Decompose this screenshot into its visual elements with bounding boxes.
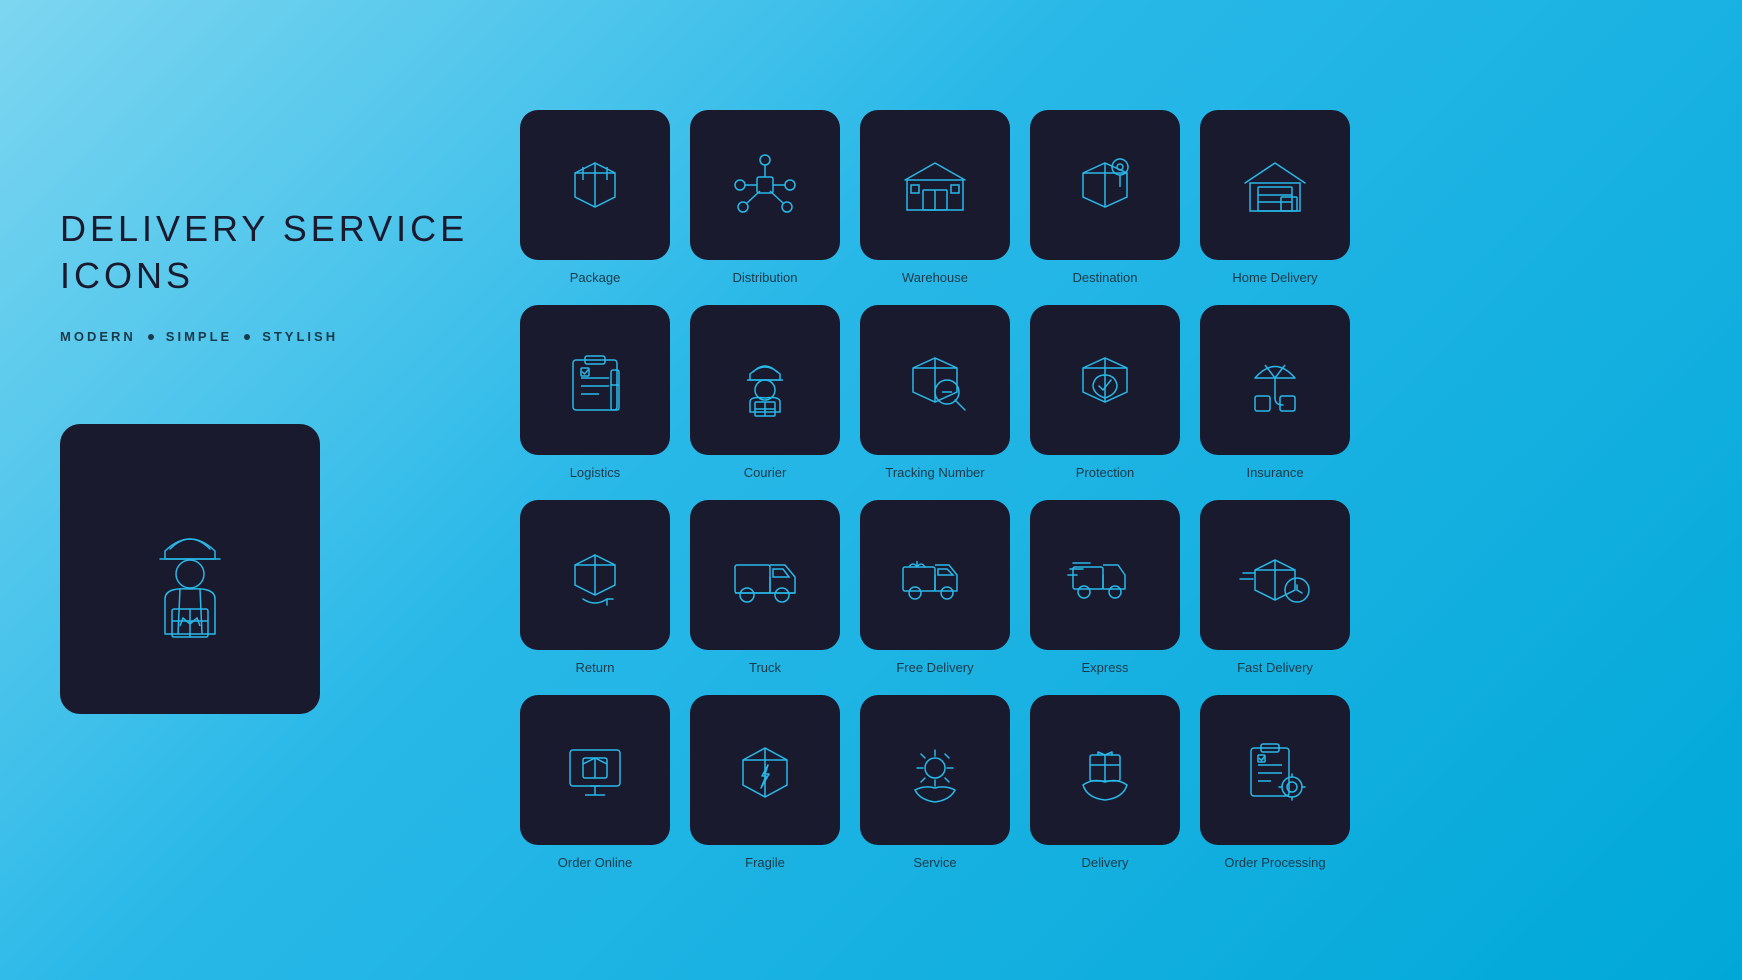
icons-row-3: Return (520, 500, 1682, 675)
icon-box-distribution (690, 110, 840, 260)
icon-label-order-processing: Order Processing (1224, 855, 1325, 870)
icon-card-tracking-number: Tracking Number (860, 305, 1010, 480)
icon-label-free-delivery: Free Delivery (896, 660, 973, 675)
icon-box-service (860, 695, 1010, 845)
icon-label-order-online: Order Online (558, 855, 632, 870)
icon-card-order-processing: Order Processing (1200, 695, 1350, 870)
icons-row-1: Package (520, 110, 1682, 285)
icon-card-package: Package (520, 110, 670, 285)
icon-card-protection: Protection (1030, 305, 1180, 480)
icon-box-courier (690, 305, 840, 455)
subtitle-stylish: STYLISH (262, 329, 338, 344)
icon-label-delivery: Delivery (1082, 855, 1129, 870)
icon-box-fragile (690, 695, 840, 845)
icon-card-return: Return (520, 500, 670, 675)
icon-box-tracking-number (860, 305, 1010, 455)
title-block: DELIVERY SERVICE ICONS MODERN SIMPLE STY… (60, 206, 480, 345)
icon-box-destination (1030, 110, 1180, 260)
icon-label-distribution: Distribution (732, 270, 797, 285)
icon-box-warehouse (860, 110, 1010, 260)
icon-label-warehouse: Warehouse (902, 270, 968, 285)
icon-label-protection: Protection (1076, 465, 1135, 480)
icon-label-truck: Truck (749, 660, 781, 675)
dot-2 (244, 334, 250, 340)
icon-card-fragile: Fragile (690, 695, 840, 870)
icon-label-fast-delivery: Fast Delivery (1237, 660, 1313, 675)
icon-card-courier: Courier (690, 305, 840, 480)
icon-card-destination: Destination (1030, 110, 1180, 285)
icon-card-fast-delivery: Fast Delivery (1200, 500, 1350, 675)
icon-card-delivery: Delivery (1030, 695, 1180, 870)
icon-card-insurance: Insurance (1200, 305, 1350, 480)
icon-label-tracking-number: Tracking Number (885, 465, 984, 480)
icon-card-distribution: Distribution (690, 110, 840, 285)
icon-label-package: Package (570, 270, 621, 285)
icon-label-service: Service (913, 855, 956, 870)
subtitle-modern: MODERN (60, 329, 136, 344)
icon-box-protection (1030, 305, 1180, 455)
icon-card-service: Service (860, 695, 1010, 870)
icon-card-free-delivery: Free Delivery (860, 500, 1010, 675)
icon-label-express: Express (1082, 660, 1129, 675)
icon-box-home-delivery (1200, 110, 1350, 260)
icon-box-fast-delivery (1200, 500, 1350, 650)
icon-label-home-delivery: Home Delivery (1232, 270, 1317, 285)
icons-row-2: Logistics (520, 305, 1682, 480)
icon-card-truck: Truck (690, 500, 840, 675)
icon-card-warehouse: Warehouse (860, 110, 1010, 285)
icon-box-delivery (1030, 695, 1180, 845)
icon-label-return: Return (575, 660, 614, 675)
icon-box-order-processing (1200, 695, 1350, 845)
icon-label-logistics: Logistics (570, 465, 621, 480)
dot-1 (148, 334, 154, 340)
icon-card-express: Express (1030, 500, 1180, 675)
page-title: DELIVERY SERVICE ICONS (60, 206, 480, 300)
icon-card-logistics: Logistics (520, 305, 670, 480)
subtitle-row: MODERN SIMPLE STYLISH (60, 329, 480, 344)
icons-grid: Package (520, 110, 1682, 870)
icon-box-express (1030, 500, 1180, 650)
icon-box-logistics (520, 305, 670, 455)
icon-box-order-online (520, 695, 670, 845)
icon-label-fragile: Fragile (745, 855, 785, 870)
icon-label-insurance: Insurance (1246, 465, 1303, 480)
featured-courier-icon (60, 424, 320, 714)
icon-box-return (520, 500, 670, 650)
icon-card-order-online: Order Online (520, 695, 670, 870)
icons-row-4: Order Online Fragile (520, 695, 1682, 870)
icon-box-free-delivery (860, 500, 1010, 650)
icon-card-home-delivery: Home Delivery (1200, 110, 1350, 285)
icon-label-courier: Courier (744, 465, 787, 480)
icon-box-insurance (1200, 305, 1350, 455)
icon-label-destination: Destination (1072, 270, 1137, 285)
subtitle-simple: SIMPLE (166, 329, 232, 344)
icon-box-package (520, 110, 670, 260)
icon-box-truck (690, 500, 840, 650)
